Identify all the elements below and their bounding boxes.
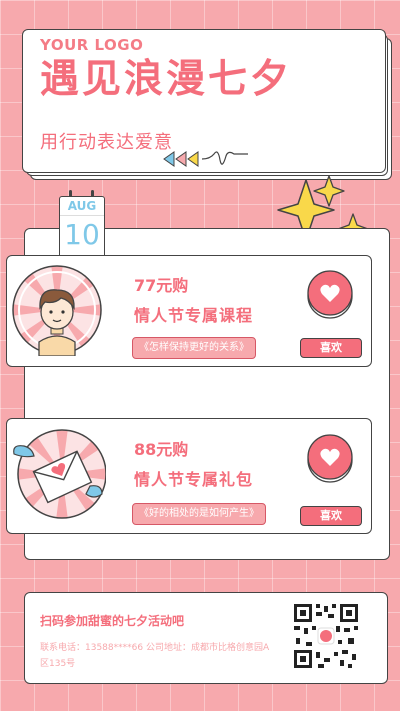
product-quote: 《好的相处的是如何产生》 (132, 503, 266, 525)
calendar-month: AUG (60, 197, 104, 216)
product-name: 情人节专属礼包 (134, 470, 254, 489)
like-button[interactable]: 喜欢 (300, 338, 362, 358)
calendar-day: 10 (64, 218, 100, 251)
envelope-heart-icon (13, 429, 106, 519)
logo-text: YOUR LOGO (40, 36, 144, 54)
page-subtitle: 用行动表达爱意 (40, 132, 173, 153)
like-button[interactable]: 喜欢 (300, 506, 362, 526)
qr-code-icon[interactable] (292, 602, 360, 670)
product-quote: 《怎样保持更好的关系》 (132, 337, 256, 359)
page-title: 遇见浪漫七夕 (40, 57, 293, 102)
product-price: 77元购 (134, 276, 189, 295)
calendar-widget: AUG 10 (59, 190, 105, 260)
star-small-top-icon (313, 175, 345, 207)
product-name: 情人节专属课程 (134, 306, 254, 325)
decorative-triangles-icon (163, 151, 248, 167)
heart-button-icon[interactable] (304, 432, 356, 484)
footer-title: 扫码参加甜蜜的七夕活动吧 (40, 614, 185, 628)
footer-contact-info: 联系电话：13588****66 公司地址：成都市比格创意园A区135号 (40, 643, 270, 669)
heart-button-icon[interactable] (304, 268, 356, 320)
avatar (12, 265, 102, 356)
product-price: 88元购 (134, 440, 189, 459)
